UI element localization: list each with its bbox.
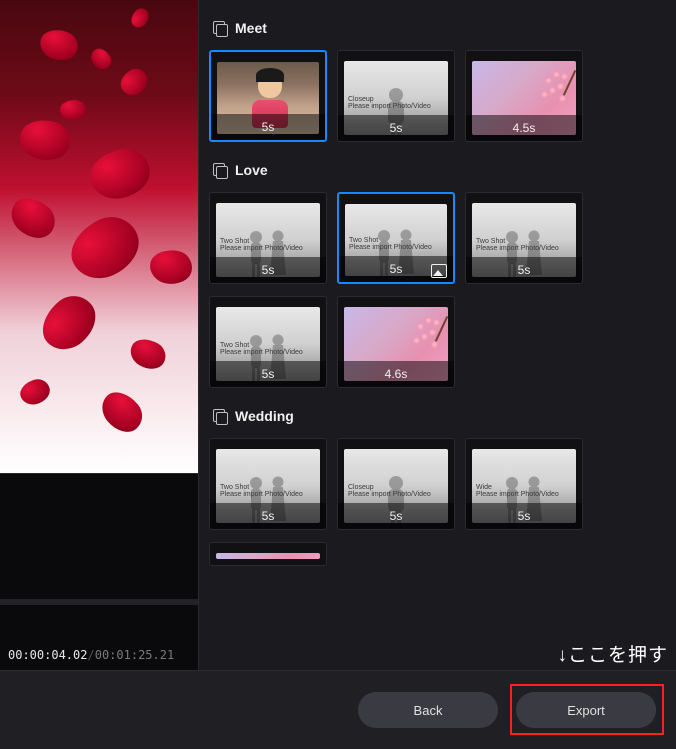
footer: Back Export [0,670,676,749]
clip-thumbnail[interactable]: 5s [209,50,327,142]
clip-duration: 5s [262,509,275,523]
timecode-total: 00:01:25.21 [95,648,174,662]
clip-meta: Two ShotPlease import Photo/Video [220,238,303,253]
clip-meta: Two ShotPlease import Photo/Video [349,237,432,252]
section: Meet 5s CloseupPlease import Photo/Video 5s… [209,20,666,142]
section-icon [213,163,227,177]
preview-video[interactable] [0,0,198,473]
clip-thumbnail[interactable]: Two ShotPlease import Photo/Video 5s [337,192,455,284]
clip-thumbnail[interactable]: 4.5s [465,50,583,142]
clip-meta: Two ShotPlease import Photo/Video [220,484,303,499]
back-button[interactable]: Back [358,692,498,728]
clip-meta: CloseupPlease import Photo/Video [348,96,431,111]
clip-thumbnail[interactable]: Two ShotPlease import Photo/Video 5s [209,296,327,388]
section-icon [213,21,227,35]
clip-meta: WidePlease import Photo/Video [476,484,559,499]
preview-panel: 00:00:04.02/00:01:25.21 [0,0,198,670]
clip-thumbnail[interactable]: 4.6s [337,296,455,388]
clip-thumbnail[interactable]: CloseupPlease import Photo/Video 5s [337,50,455,142]
clip-duration: 5s [262,120,275,134]
clip-duration: 5s [390,509,403,523]
section-icon [213,409,227,423]
clip-meta: Two ShotPlease import Photo/Video [220,342,303,357]
timecode-current: 00:00:04.02 [8,648,87,662]
clip-thumbnail[interactable]: Two ShotPlease import Photo/Video 5s [465,192,583,284]
export-button[interactable]: Export [516,692,656,728]
clip-duration: 4.6s [385,367,408,381]
annotation-text: ↓ここを押す [557,640,668,667]
clip-thumbnail[interactable]: CloseupPlease import Photo/Video 5s [337,438,455,530]
clip-library: Meet 5s CloseupPlease import Photo/Video 5s… [198,0,676,670]
clip-thumbnail[interactable]: Two ShotPlease import Photo/Video 5s [209,438,327,530]
section-title: Meet [235,20,267,36]
clip-duration: 5s [262,263,275,277]
section-title: Wedding [235,408,294,424]
clip-meta: Two ShotPlease import Photo/Video [476,238,559,253]
timeline[interactable]: 00:00:04.02/00:01:25.21 [0,473,198,670]
section: LoveTwo ShotPlease import Photo/Video5sT… [209,162,666,388]
clip-meta: CloseupPlease import Photo/Video [348,484,431,499]
clip-duration: 5s [390,121,403,135]
timecode: 00:00:04.02/00:01:25.21 [8,648,174,662]
section: Wedding Two ShotPlease import Photo/Video… [209,408,666,566]
section-title: Love [235,162,268,178]
image-icon [431,264,447,278]
clip-duration: 4.5s [513,121,536,135]
clip-duration: 5s [518,263,531,277]
clip-duration: 5s [518,509,531,523]
clip-duration: 5s [390,262,403,276]
clip-thumbnail[interactable]: Two ShotPlease import Photo/Video 5s [209,192,327,284]
clip-thumbnail[interactable] [209,542,327,566]
clip-duration: 5s [262,367,275,381]
clip-thumbnail[interactable]: WidePlease import Photo/Video 5s [465,438,583,530]
